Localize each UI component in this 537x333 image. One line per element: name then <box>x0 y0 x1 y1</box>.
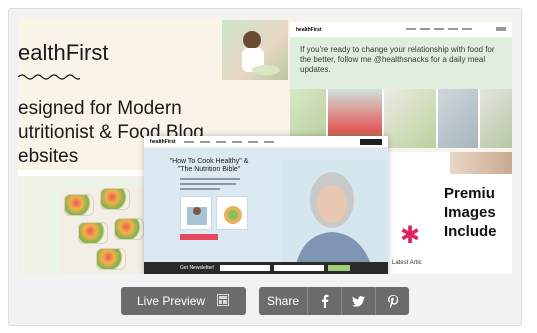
thumbnail <box>438 89 478 148</box>
thumbnail <box>480 89 512 148</box>
bowl <box>114 218 144 240</box>
books-text-lines <box>180 178 240 190</box>
bowl <box>64 194 94 216</box>
panel-b-nav <box>406 27 506 31</box>
panel-d-button <box>360 139 382 145</box>
premium-line-3: Include <box>444 223 497 240</box>
hero-line-1: esigned for Modern <box>18 98 182 119</box>
follow-banner-text: If you're ready to change your relations… <box>300 45 495 74</box>
bowl <box>100 188 130 210</box>
meal-bowls-photo <box>60 188 146 274</box>
cookbook-cover <box>180 196 212 230</box>
newsletter-bar: Get Newsletter! <box>144 262 388 274</box>
latest-articles-heading: Latest Artic <box>392 260 422 266</box>
facebook-icon <box>321 294 328 308</box>
newsletter-name-field <box>220 265 270 271</box>
panel-c-topbar <box>18 170 146 176</box>
newsletter-email-field <box>274 265 324 271</box>
books-panel: healthFirst "How To Cook Healthy" & "The… <box>144 136 388 274</box>
twitter-share-button[interactable] <box>341 287 375 315</box>
pinterest-share-button[interactable] <box>375 287 409 315</box>
live-preview-button[interactable]: Live Preview <box>121 287 246 315</box>
share-button-group: Share <box>259 287 409 315</box>
thumbnail <box>384 89 436 148</box>
panel-d-logo: healthFirst <box>150 139 176 145</box>
panel-d-topbar: healthFirst <box>144 136 388 148</box>
theme-preview-image[interactable]: ealthFirst esigned for Modern utritionis… <box>18 18 512 274</box>
meal-plan-panel <box>18 170 146 274</box>
books-hero: "How To Cook Healthy" & "The Nutrition B… <box>144 148 388 274</box>
panel-e-photo <box>450 152 512 174</box>
woman-portrait <box>282 160 388 274</box>
cookbook-cover <box>216 196 248 230</box>
newsletter-label: Get Newsletter! <box>180 265 215 271</box>
hero-line-3: ebsites <box>18 146 79 167</box>
panel-b-logo: healthFirst <box>296 27 322 33</box>
instagram-panel: healthFirst If you're ready to change yo… <box>290 22 512 148</box>
twitter-icon <box>352 295 365 307</box>
premium-line-2: Images <box>444 204 496 221</box>
premium-images-panel: Premiu Images Include ✱ Latest Artic <box>388 152 512 274</box>
bowl <box>78 222 108 244</box>
panel-d-nav <box>184 141 274 143</box>
hero-brand: ealthFirst <box>18 40 109 65</box>
books-title: "How To Cook Healthy" & "The Nutrition B… <box>169 158 249 173</box>
asterisk-icon: ✱ <box>400 222 421 249</box>
buy-button <box>180 234 218 240</box>
premium-images-badge: Premiu Images Include <box>444 184 512 274</box>
premium-line-1: Premiu <box>444 185 495 202</box>
bowl <box>96 248 126 270</box>
wave-decoration <box>18 74 80 80</box>
pinterest-icon <box>387 294 398 308</box>
woman-eating-photo <box>222 20 288 80</box>
facebook-share-button[interactable] <box>307 287 341 315</box>
image-gallery-icon <box>217 294 229 306</box>
follow-banner: If you're ready to change your relations… <box>290 37 512 89</box>
share-label: Share <box>267 294 300 308</box>
newsletter-submit <box>328 265 350 271</box>
live-preview-label: Live Preview <box>137 294 206 308</box>
